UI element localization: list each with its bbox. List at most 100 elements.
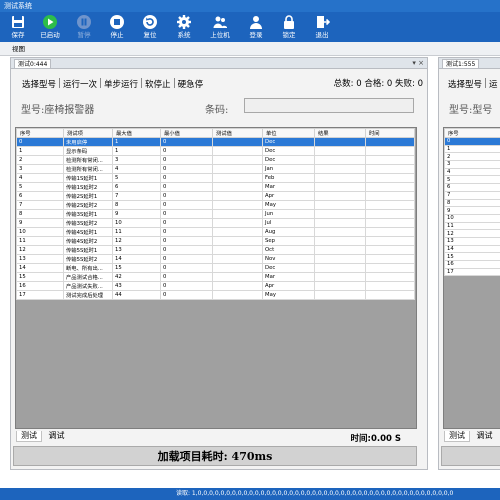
table-row[interactable]: 12 传输5S延时1 13 0 Oct: [16, 245, 415, 255]
table-row[interactable]: 0: [444, 137, 500, 146]
toolbar-button-label: 登录: [249, 31, 263, 39]
column-header[interactable]: 结果: [314, 128, 366, 138]
table-row[interactable]: 4 传输1S延时1 5 0 Feb: [16, 173, 415, 183]
table-row[interactable]: 2: [444, 152, 500, 162]
table-row[interactable]: 5: [444, 175, 500, 185]
table-row[interactable]: 5 传输1S延时2 6 0 Mar: [16, 182, 415, 192]
tab-test-2[interactable]: 测试: [444, 431, 470, 442]
table-row[interactable]: 9: [444, 206, 500, 215]
table-row[interactable]: 13: [444, 236, 500, 246]
table-row[interactable]: 11: [444, 221, 500, 231]
table-cell: [212, 209, 263, 219]
table-row[interactable]: 17: [444, 267, 500, 277]
column-header[interactable]: 序号: [444, 128, 500, 138]
panel-tab-test1[interactable]: 测试1:555: [442, 59, 480, 68]
toolbar-button-play[interactable]: 已启动: [36, 13, 64, 41]
column-header[interactable]: 最大值: [112, 128, 161, 138]
column-header[interactable]: 单位: [262, 128, 315, 138]
table-cell: [314, 227, 366, 237]
tab-test[interactable]: 测试: [16, 431, 42, 442]
toolbar-button-lock[interactable]: 锁定: [275, 13, 303, 41]
toolbar-button-gear[interactable]: 系统: [170, 13, 198, 41]
table-row[interactable]: 10: [444, 213, 500, 223]
menu-run-once[interactable]: 运行一次: [60, 79, 100, 91]
table-cell: [365, 182, 415, 192]
table-row[interactable]: 17 测试完成后处理 44 0 May: [16, 290, 415, 300]
toolbar-button-exit[interactable]: 退出: [308, 13, 336, 41]
model-label-2: 型号:型号: [449, 105, 493, 116]
table-row[interactable]: 15: [444, 252, 500, 261]
table-cell: 0: [160, 155, 213, 165]
panel-tab-test0[interactable]: 测试0:444: [14, 59, 52, 68]
table-row[interactable]: 3: [444, 160, 500, 169]
table-row[interactable]: 6: [444, 183, 500, 192]
menu-run-once-2[interactable]: 运: [486, 79, 500, 91]
table-row[interactable]: 14 断电、所有出... 15 0 Dec: [16, 263, 415, 273]
table-row[interactable]: 7 传输2S延时2 8 0 May: [16, 200, 415, 210]
table-row[interactable]: 10 传输4S延时1 11 0 Aug: [16, 227, 415, 237]
grid-header-row-2: 序号: [444, 128, 500, 138]
table-cell: 13: [112, 245, 161, 255]
table-cell: Jan: [262, 164, 315, 174]
table-row[interactable]: 3 检测所有常闭... 4 0 Jan: [16, 164, 415, 174]
table-row[interactable]: 12: [444, 229, 500, 238]
toolbar-button-save[interactable]: 保存: [4, 13, 32, 41]
menu-soft-stop[interactable]: 软停止: [142, 79, 174, 91]
table-row[interactable]: 2 检测所有常闭... 3 0 Dec: [16, 155, 415, 165]
table-cell: 0: [160, 164, 213, 174]
column-header[interactable]: 时间: [365, 128, 415, 138]
table-row[interactable]: 14: [444, 244, 500, 254]
table-cell: [212, 227, 263, 237]
menu-select-model-2[interactable]: 选择型号: [445, 79, 485, 91]
table-row[interactable]: 16: [444, 260, 500, 269]
table-cell: 0: [160, 272, 213, 282]
table-cell: 10: [444, 213, 500, 223]
toolbar-button-reset[interactable]: 复位: [136, 13, 164, 41]
users-icon: [212, 14, 228, 30]
result-counts: 总数: 0 合格: 0 失败: 0: [333, 79, 423, 89]
toolbar-button-label: 已启动: [40, 31, 60, 39]
pause-icon: [76, 14, 92, 30]
test-items-grid-2[interactable]: 序号 0 1 2 3 4 5 6 7 8 9 10 11 12 13 14 15 16 17: [443, 127, 500, 429]
tab-debug-2[interactable]: 调试: [473, 431, 497, 441]
toolbar-button-login[interactable]: 登录: [242, 13, 270, 41]
panel-tab-controls[interactable]: ▾ ×: [412, 58, 424, 69]
column-header[interactable]: 最小值: [160, 128, 213, 138]
view-menu[interactable]: 视图: [12, 45, 25, 53]
menu-emergency-stop[interactable]: 硬急停: [175, 79, 207, 91]
table-row[interactable]: 15 产品测试合格... 42 0 Mar: [16, 272, 415, 282]
toolbar-button-stop[interactable]: 停止: [103, 13, 131, 41]
table-cell: [365, 272, 415, 282]
table-cell: [365, 218, 415, 228]
toolbar-button-users[interactable]: 上位机: [206, 13, 234, 41]
table-row[interactable]: 1: [444, 144, 500, 154]
table-row[interactable]: 9 传输3S延时2 10 0 Jul: [16, 218, 415, 228]
tab-debug[interactable]: 调试: [45, 431, 69, 441]
test-items-grid[interactable]: 序号 测试项 最大值 最小值 测试值 单位 结果 时间 0 未用启停 1 0 Dec 1 显示条码 1 0 De…: [15, 127, 417, 429]
table-cell: [365, 155, 415, 165]
barcode-input[interactable]: [244, 98, 414, 113]
table-row[interactable]: 11 传输4S延时2 12 0 Sep: [16, 236, 415, 246]
table-cell: [314, 191, 366, 201]
table-row[interactable]: 8: [444, 198, 500, 208]
menu-step-run[interactable]: 单步运行: [101, 79, 141, 91]
table-cell: [212, 146, 263, 156]
table-row[interactable]: 6 传输2S延时1 7 0 Apr: [16, 191, 415, 201]
table-row[interactable]: 7: [444, 190, 500, 200]
io-status-bar: 读取: 1,0,0,0,0,0,0,0,0,0,0,0,0,0,0,0,0,0,…: [0, 488, 500, 500]
menu-select-model[interactable]: 选择型号: [19, 79, 59, 91]
table-row[interactable]: 13 传输5S延时2 14 0 Nov: [16, 254, 415, 264]
table-cell: 0: [16, 137, 64, 147]
table-cell: Dec: [262, 146, 315, 156]
column-header[interactable]: 测试值: [212, 128, 263, 138]
table-row[interactable]: 1 显示条码 1 0 Dec: [16, 146, 415, 156]
table-cell: 15: [444, 252, 500, 261]
table-row[interactable]: 16 产品测试失败... 43 0 Apr: [16, 281, 415, 291]
save-icon: [10, 14, 26, 30]
table-cell: 10: [16, 227, 64, 237]
table-row[interactable]: 0 未用启停 1 0 Dec: [16, 137, 415, 147]
column-header[interactable]: 序号: [16, 128, 64, 138]
column-header[interactable]: 测试项: [63, 128, 113, 138]
table-row[interactable]: 8 传输3S延时1 9 0 Jun: [16, 209, 415, 219]
table-row[interactable]: 4: [444, 167, 500, 177]
